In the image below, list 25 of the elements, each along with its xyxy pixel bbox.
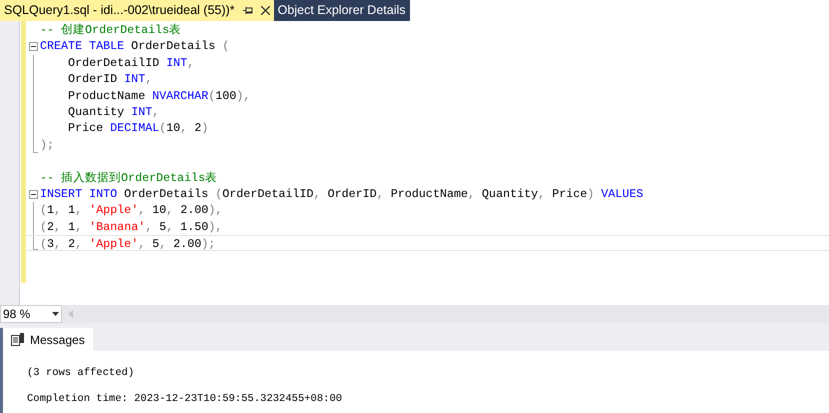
code-line: CREATE TABLE OrderDetails (	[40, 38, 230, 55]
code-line: (2, 1, 'Banana', 5, 1.50),	[40, 218, 222, 236]
caret-icon	[52, 312, 59, 316]
code-line: (3, 2, 'Apple', 5, 2.00);	[40, 236, 216, 250]
pin-icon[interactable]	[242, 6, 253, 15]
code-line: OrderID INT,	[67, 71, 152, 88]
code-line: Price DECIMAL(10, 2)	[67, 120, 208, 137]
messages-tab[interactable]: Messages	[3, 328, 93, 351]
zoom-dropdown[interactable]: 98 %	[0, 305, 62, 323]
code-line: ProductName NVARCHAR(100),	[67, 88, 250, 104]
document-tab[interactable]: SQLQuery1.sql - idi...-002\trueideal (55))*	[0, 0, 274, 21]
message-text: Completion time: 2023-12-23T10:59:55.3232455+08:00	[27, 392, 344, 407]
code-comment: -- 创建OrderDetails表	[40, 22, 182, 38]
code-line: (1, 1, 'Apple', 10, 2.00),	[40, 202, 222, 219]
code-line: );	[40, 136, 54, 154]
document-tab[interactable]: Object Explorer Details	[274, 0, 410, 21]
close-icon[interactable]	[260, 6, 270, 15]
code-line: INSERT INTO OrderDetails (OrderDetailID, OrderID, ProductName, Quantity, Price) VALUES	[40, 186, 644, 202]
code-comment: -- 插入数据到OrderDetails表	[40, 170, 218, 186]
document-icon	[11, 333, 24, 346]
code-line: OrderDetailID INT,	[67, 54, 194, 72]
collapse-icon[interactable]	[28, 190, 38, 199]
code-line: Quantity INT,	[67, 104, 160, 120]
collapse-icon[interactable]	[28, 42, 38, 52]
message-text: (3 rows affected)	[27, 366, 136, 381]
